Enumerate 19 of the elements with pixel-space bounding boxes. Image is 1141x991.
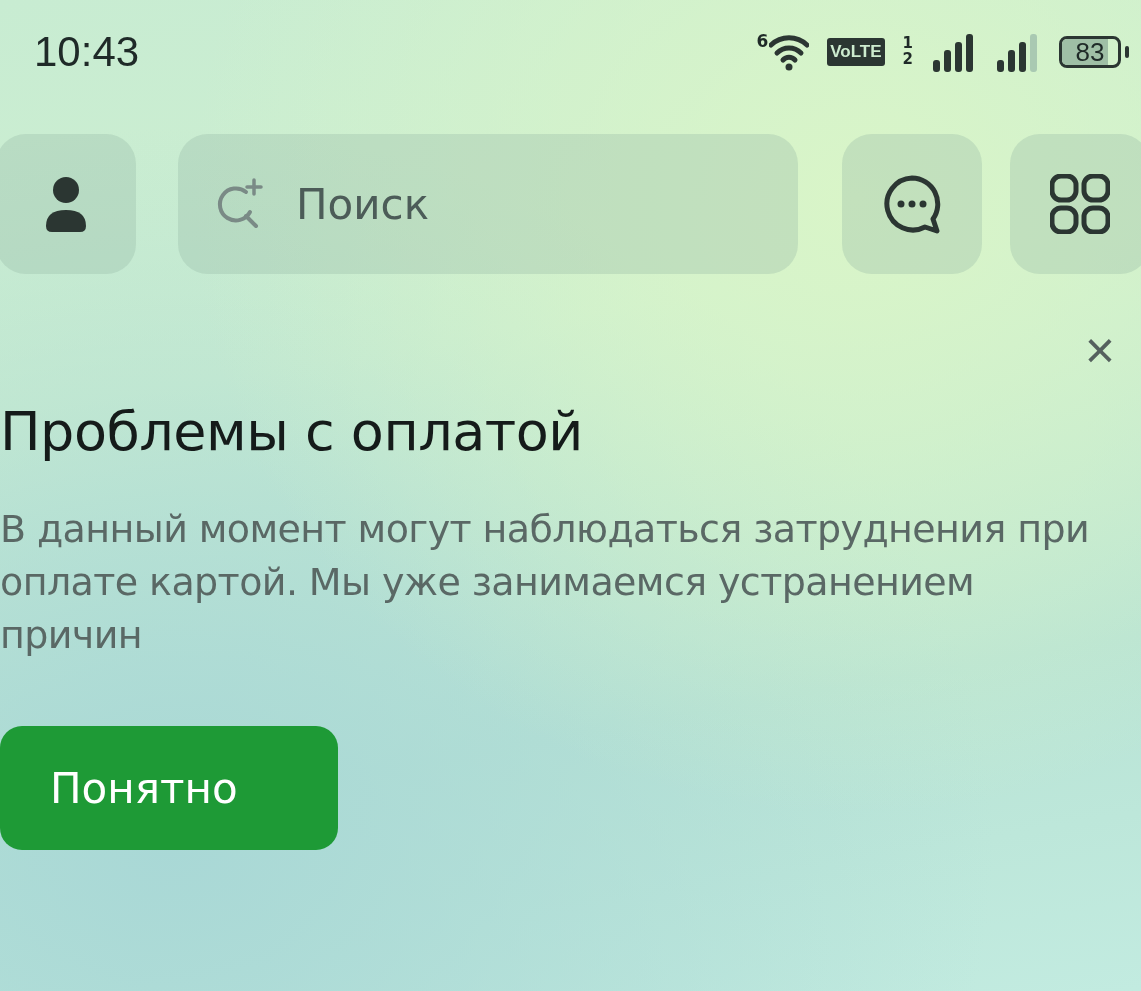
banner-title: Проблемы с оплатой [0, 400, 584, 463]
close-button[interactable]: × [1084, 324, 1115, 376]
person-icon [44, 174, 88, 234]
clock-time: 10:43 [34, 28, 140, 76]
chat-icon [881, 173, 943, 235]
chat-button[interactable] [842, 134, 982, 274]
grid-icon [1050, 174, 1110, 234]
volte-badge: VoLTE [827, 38, 885, 66]
banner-message: В данный момент могут наблюдаться затруднения при оплате картой. Мы уже занимаемся устранением причин [0, 506, 1091, 659]
search-input[interactable]: Поиск [294, 178, 678, 230]
ok-button[interactable]: Понятно [0, 726, 338, 850]
menu-button[interactable] [1010, 134, 1141, 274]
sim-number: 2 [902, 52, 913, 68]
wifi-icon [769, 33, 810, 71]
wifi-number: 6 [756, 33, 769, 50]
sim-number: 1 [902, 36, 913, 52]
profile-button[interactable] [0, 134, 136, 274]
search-icon [216, 178, 266, 230]
battery-indicator: 83 [1059, 36, 1121, 68]
